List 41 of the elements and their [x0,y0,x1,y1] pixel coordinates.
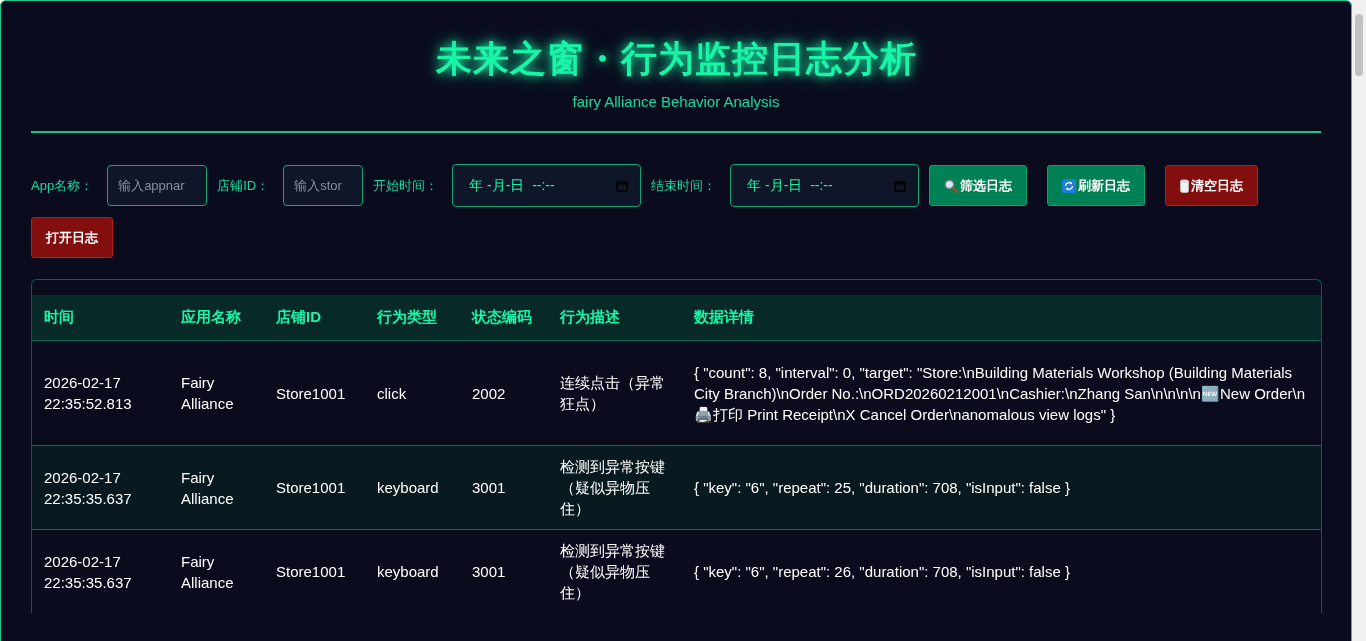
filter-label: 结束时间： [651,176,717,195]
table-cell: 2002 [460,340,548,446]
table-cell: 3001 [460,445,548,530]
page-title: 未来之窗・行为监控日志分析 [435,37,917,81]
refresh-icon [1062,178,1077,193]
column-header: 店铺ID [264,295,365,341]
text-field[interactable]: 输入stor [283,165,364,206]
action-button[interactable]: 打开日志 [31,217,113,258]
action-button[interactable]: 清空日志 [1165,165,1259,206]
table-cell: keyboard [365,445,460,530]
table-cell: Fairy Alliance [169,445,264,530]
calendar-icon [616,179,629,192]
scrollbar[interactable] [1355,14,1363,76]
table-cell: 连续点击（异常狂点） [548,340,682,446]
column-header: 应用名称 [169,295,264,341]
column-header: 状态编码 [460,295,548,341]
column-header: 行为描述 [548,295,682,341]
page-subtitle: fairy Alliance Behavior Analysis [572,93,780,110]
filter-label: App名称： [31,176,94,195]
table-cell: click [365,340,460,446]
table-cell: { "key": "6", "repeat": 25, "duration": 708, "isInput": false } [682,445,1321,530]
action-button[interactable]: 筛选日志 [929,165,1028,206]
table-cell: { "count": 8, "interval": 0, "target": "Store:\nBuilding Materials Workshop (Building Materials City Branch)\nOrder No.:\nORD20260212001\nCashier:\nZhang San\n\n\n\n🆕New Order\n🖨打印 Print Receipt\nX Cancel Order\nanomalous view logs" } [682,340,1321,446]
table-cell: 检测到异常按键（疑似异物压住） [548,445,682,530]
table-cell: Fairy Alliance [169,340,264,446]
filter-label: 店铺ID： [217,176,270,195]
date-field[interactable]: 年 -月-日 --:-- [452,164,642,207]
column-header: 数据详情 [682,295,1321,341]
table-cell: 2026-02-17 22:35:52.813 [32,340,169,446]
date-field[interactable]: 年 -月-日 --:-- [730,164,920,207]
table-cell: 2026-02-17 22:35:35.637 [32,445,169,530]
column-header: 行为类型 [365,295,460,341]
text-field[interactable]: 输入appnar [107,165,208,206]
action-button[interactable]: 刷新日志 [1047,165,1146,206]
table-cell: Store1001 [264,340,365,446]
filter-label: 开始时间： [373,176,439,195]
calendar-icon [894,179,907,192]
table-cell: Store1001 [264,445,365,530]
search-icon [944,178,959,193]
trash-icon [1180,178,1190,193]
column-header: 时间 [32,295,169,341]
